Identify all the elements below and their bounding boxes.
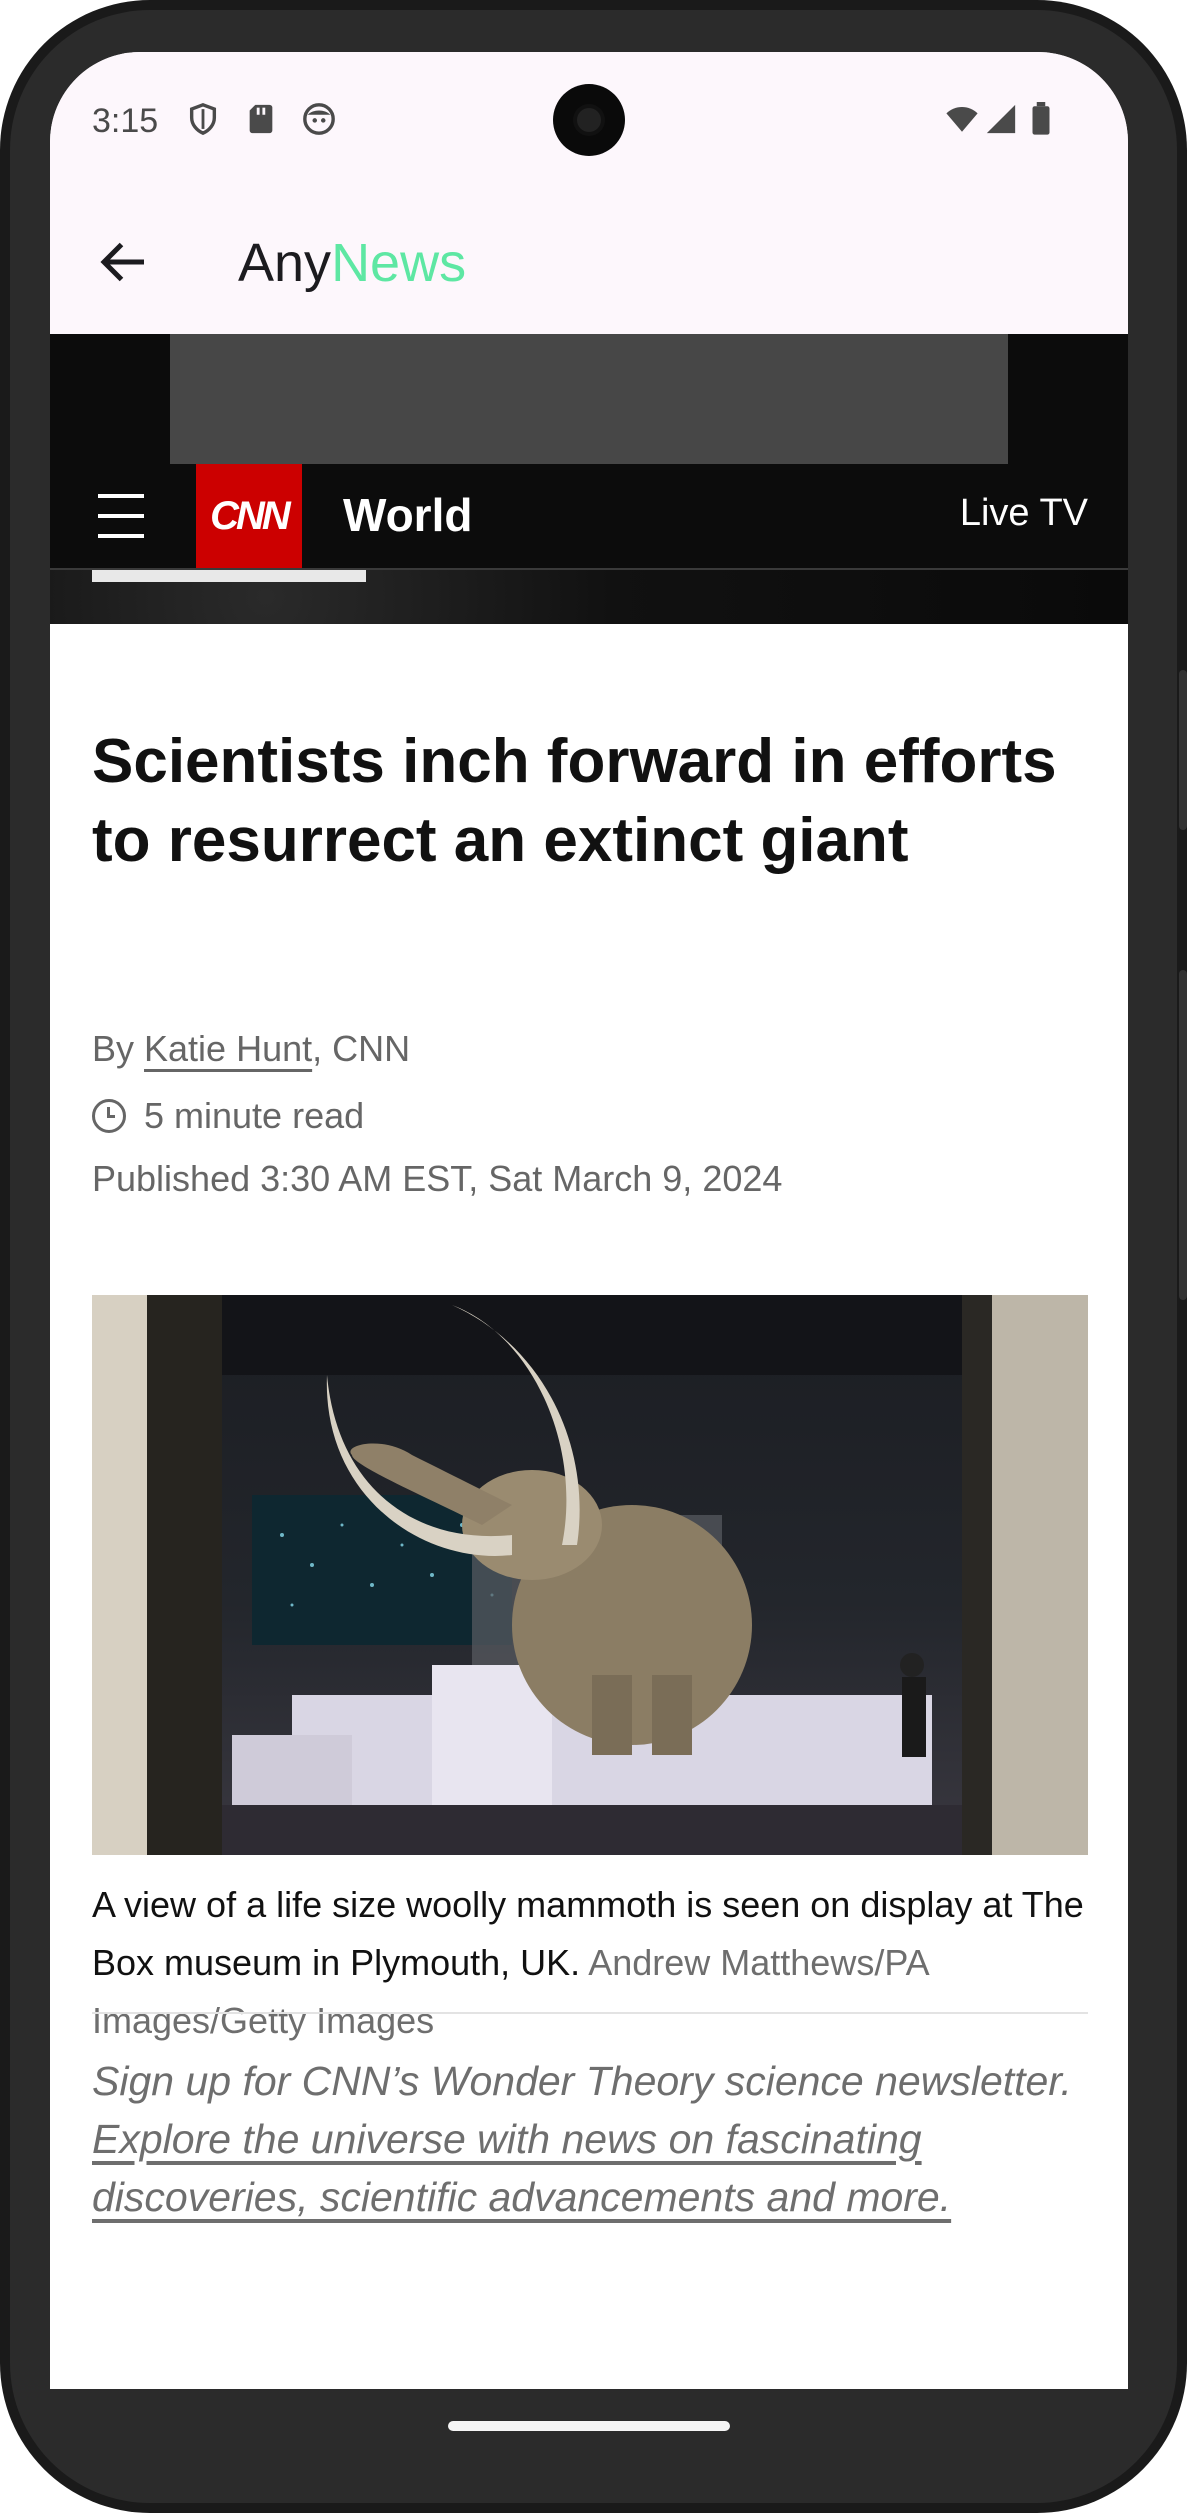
published-date: Published 3:30 AM EST, Sat March 9, 2024 — [92, 1158, 783, 1199]
cnn-logo[interactable]: CNN — [196, 464, 302, 568]
hamburger-menu-icon[interactable] — [98, 494, 144, 538]
power-button — [1179, 670, 1187, 830]
wifi-icon — [946, 106, 978, 132]
photo-caption: A view of a life size woolly mammoth is … — [92, 1876, 1088, 2050]
front-camera — [553, 84, 625, 156]
clock-icon — [92, 1099, 126, 1133]
article-photo[interactable] — [92, 1295, 1088, 1855]
app-title-part2: News — [331, 233, 467, 293]
back-arrow-icon[interactable] — [94, 232, 154, 292]
phone-frame: 3:15 AnyNews CNN World Live TV Scientist… — [0, 0, 1187, 2513]
byline-prefix: By — [92, 1028, 145, 1069]
promo-link[interactable]: Explore the universe with news on fascin… — [92, 2116, 951, 2220]
byline: By Katie Hunt, CNN — [92, 1028, 410, 1070]
signal-icon — [986, 104, 1016, 134]
byline-suffix: , CNN — [312, 1028, 411, 1069]
read-time: 5 minute read — [92, 1095, 364, 1137]
live-tv-link[interactable]: Live TV — [960, 492, 1088, 535]
gesture-home-bar[interactable] — [448, 2421, 730, 2431]
shield-icon — [189, 103, 217, 136]
app-title-part1: Any — [238, 233, 332, 293]
logo-text: CNN — [210, 493, 291, 538]
face-icon — [303, 103, 335, 135]
volume-button — [1179, 970, 1187, 1300]
mammoth-photo-illustration — [92, 1295, 1088, 1855]
section-title[interactable]: World — [343, 488, 472, 542]
author-link[interactable]: Katie Hunt — [144, 1028, 312, 1069]
status-time: 3:15 — [92, 102, 159, 140]
read-progress-bar — [92, 570, 366, 582]
battery-icon — [1032, 102, 1050, 135]
article-headline: Scientists inch forward in efforts to re… — [92, 727, 1057, 875]
app-bar: AnyNews — [50, 192, 1128, 334]
caption-divider — [92, 2012, 1088, 2014]
status-bar: 3:15 — [50, 52, 1128, 192]
sd-card-icon — [249, 104, 273, 134]
read-time-text: 5 minute read — [144, 1095, 365, 1136]
app-title: AnyNews — [238, 232, 466, 294]
ad-placeholder — [170, 334, 1008, 464]
site-header: CNN World Live TV — [50, 334, 1128, 624]
promo-text: Sign up for CNN’s Wonder Theory science … — [92, 2058, 1072, 2104]
screen: 3:15 AnyNews CNN World Live TV Scientist… — [50, 52, 1128, 2389]
newsletter-promo: Sign up for CNN’s Wonder Theory science … — [92, 2052, 1088, 2226]
